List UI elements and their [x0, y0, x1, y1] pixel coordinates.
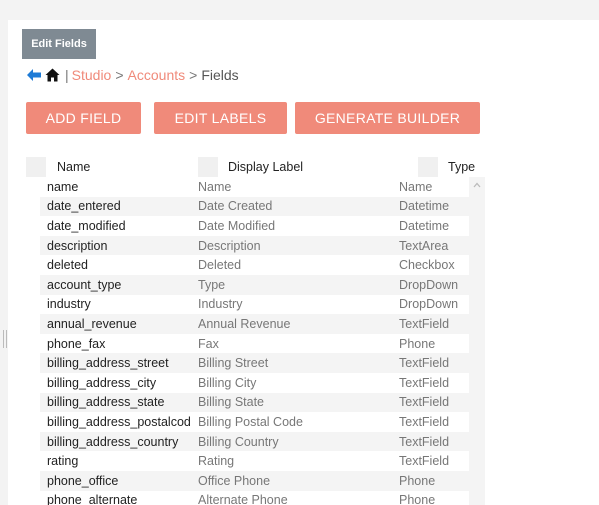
- tab-edit-fields[interactable]: Edit Fields: [22, 29, 96, 59]
- table-row[interactable]: description Description TextArea: [40, 235, 469, 256]
- field-type-cell: TextField: [399, 375, 450, 390]
- edit-labels-button[interactable]: EDIT LABELS: [154, 102, 287, 134]
- column-handle-label[interactable]: [198, 157, 218, 177]
- field-type-cell: Phone: [399, 493, 436, 505]
- field-name-cell[interactable]: industry: [47, 297, 191, 311]
- field-name-cell[interactable]: billing_address_street: [47, 356, 191, 370]
- breadcrumb-current: Fields: [201, 67, 239, 83]
- field-name-cell[interactable]: date_entered: [47, 199, 191, 213]
- table-row[interactable]: date_entered Date Created Datetime: [40, 196, 469, 217]
- column-header-name[interactable]: Name: [46, 157, 196, 177]
- table-row[interactable]: rating Rating TextField: [40, 451, 469, 471]
- field-name-cell[interactable]: annual_revenue: [47, 317, 191, 331]
- column-handle-type[interactable]: [418, 157, 438, 177]
- table-row[interactable]: billing_address_city Billing City TextFiel…: [40, 372, 469, 393]
- column-header-type[interactable]: Type: [438, 157, 485, 177]
- field-type-cell: TextArea: [399, 238, 449, 253]
- column-header-display-label-label: Display Label: [228, 160, 304, 174]
- add-field-button[interactable]: ADD FIELD: [26, 102, 141, 134]
- table-row[interactable]: billing_address_country Billing Country Te…: [40, 431, 469, 452]
- table-row[interactable]: phone_fax Fax Phone: [40, 333, 469, 354]
- breadcrumb-separator: >: [115, 67, 124, 83]
- field-name-cell[interactable]: phone_office: [47, 474, 191, 488]
- field-name-cell[interactable]: name: [47, 180, 191, 194]
- display-label-cell: Fax: [198, 336, 219, 351]
- resize-handle[interactable]: [3, 330, 7, 348]
- table-row[interactable]: phone_office Office Phone Phone: [40, 470, 469, 491]
- column-handle-name[interactable]: [26, 157, 46, 177]
- breadcrumb: | Studio > Accounts > Fields: [26, 66, 239, 84]
- table-row[interactable]: billing_address_street Billing Street Text…: [40, 353, 469, 373]
- display-label-cell: Type: [198, 277, 226, 292]
- field-type-cell: Phone: [399, 336, 436, 351]
- field-name-cell[interactable]: deleted: [47, 258, 191, 272]
- field-type-cell: TextField: [399, 434, 450, 449]
- field-name-cell[interactable]: billing_address_country: [47, 435, 191, 449]
- field-type-cell: Datetime: [399, 218, 450, 233]
- field-name-cell[interactable]: account_type: [47, 278, 191, 292]
- breadcrumb-studio-link[interactable]: Studio: [72, 67, 112, 83]
- display-label-cell: Billing Postal Code: [198, 414, 303, 429]
- table-row[interactable]: annual_revenue Annual Revenue TextField: [40, 314, 469, 334]
- field-name-cell[interactable]: description: [47, 239, 191, 253]
- field-type-cell: TextField: [399, 414, 450, 429]
- display-label-cell: Rating: [198, 454, 235, 469]
- field-name-cell[interactable]: phone_fax: [47, 337, 191, 351]
- table-row[interactable]: account_type Type DropDown: [40, 274, 469, 295]
- display-label-cell: Billing State: [198, 395, 265, 410]
- field-name-cell[interactable]: billing_address_state: [47, 395, 191, 409]
- field-type-cell: Datetime: [399, 199, 450, 214]
- display-label-cell: Office Phone: [198, 473, 271, 488]
- table-row[interactable]: name Name Name: [40, 177, 469, 197]
- table-row[interactable]: phone_alternate Alternate Phone Phone: [40, 490, 469, 505]
- field-type-cell: TextField: [399, 356, 450, 371]
- home-icon[interactable]: [44, 67, 60, 83]
- field-name-cell[interactable]: date_modified: [47, 219, 191, 233]
- table-row[interactable]: industry Industry DropDown: [40, 294, 469, 315]
- generate-builder-button[interactable]: GENERATE BUILDER: [295, 102, 480, 134]
- field-name-cell[interactable]: billing_address_city: [47, 376, 191, 390]
- display-label-cell: Description: [198, 238, 261, 253]
- table-row[interactable]: deleted Deleted Checkbox: [40, 255, 469, 275]
- breadcrumb-accounts-link[interactable]: Accounts: [128, 67, 186, 83]
- table-row[interactable]: billing_address_state Billing State TextFi…: [40, 392, 469, 413]
- tab-edit-fields-label: Edit Fields: [31, 38, 87, 50]
- display-label-cell: Billing Street: [198, 356, 269, 371]
- field-type-cell: Name: [399, 179, 433, 194]
- fields-table-body: name Name Name date_entered Date Created Date…: [40, 177, 469, 505]
- page: Edit Fields | Studio > Accounts > Fields…: [0, 0, 599, 505]
- field-type-cell: Phone: [399, 473, 436, 488]
- display-label-cell: Date Modified: [198, 218, 276, 233]
- field-type-cell: Checkbox: [399, 258, 455, 273]
- column-header-display-label[interactable]: Display Label: [218, 157, 418, 177]
- field-type-cell: DropDown: [399, 297, 459, 312]
- display-label-cell: Billing City: [198, 375, 257, 390]
- table-row[interactable]: date_modified Date Modified Datetime: [40, 216, 469, 236]
- breadcrumb-divider: |: [65, 67, 69, 83]
- display-label-cell: Name: [198, 179, 232, 194]
- column-header-type-label: Type: [448, 160, 476, 174]
- display-label-cell: Industry: [198, 297, 243, 312]
- display-label-cell: Annual Revenue: [198, 316, 291, 331]
- breadcrumb-separator: >: [189, 67, 198, 83]
- field-type-cell: TextField: [399, 395, 450, 410]
- table-row[interactable]: billing_address_postalcode Billing Postal…: [40, 412, 469, 432]
- field-name-cell[interactable]: billing_address_postalcode: [47, 415, 191, 429]
- display-label-cell: Billing Country: [198, 434, 279, 449]
- field-type-cell: TextField: [399, 316, 450, 331]
- display-label-cell: Alternate Phone: [198, 493, 288, 505]
- display-label-cell: Deleted: [198, 258, 242, 273]
- column-header-name-label: Name: [57, 160, 91, 174]
- display-label-cell: Date Created: [198, 199, 273, 214]
- back-arrow-icon[interactable]: [26, 67, 42, 83]
- table-scrollbar[interactable]: [469, 177, 485, 505]
- field-name-cell[interactable]: rating: [47, 454, 191, 468]
- field-type-cell: TextField: [399, 454, 450, 469]
- scroll-up-icon[interactable]: [469, 177, 485, 193]
- field-name-cell[interactable]: phone_alternate: [47, 493, 191, 505]
- field-type-cell: DropDown: [399, 277, 459, 292]
